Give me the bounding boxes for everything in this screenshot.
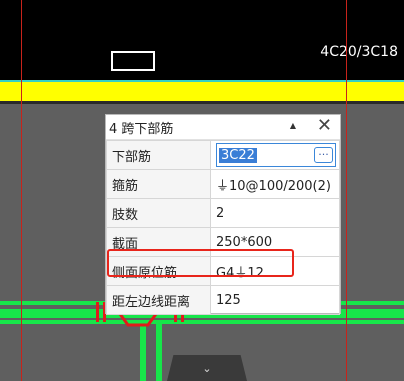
panel-header: 4 跨下部筋 ▲ ✕ xyxy=(106,115,340,140)
bottom-tab[interactable]: ⌄ xyxy=(167,355,247,381)
property-table: 下部筋 3C22 ··· 箍筋 ⏚10@100/200(2) 肢数 2 截面 2… xyxy=(106,140,340,315)
rebar-tick xyxy=(96,302,99,322)
yellow-beam-band xyxy=(0,82,404,101)
property-value[interactable]: G4⏚12 xyxy=(210,256,340,286)
column-left-edge xyxy=(140,324,146,381)
table-row: 箍筋 ⏚10@100/200(2) xyxy=(106,169,340,199)
bottom-rebar-value[interactable]: 3C22 xyxy=(219,147,257,163)
property-key: 箍筋 xyxy=(106,169,211,199)
top-right-label: 4C20/3C18 xyxy=(320,44,398,60)
table-row: 距左边线距离 125 xyxy=(106,285,340,315)
axis-line-right xyxy=(346,0,347,381)
close-icon[interactable]: ✕ xyxy=(317,116,332,136)
bottom-rebar-input[interactable]: 3C22 ··· xyxy=(216,143,336,167)
property-value-cell[interactable]: 3C22 ··· xyxy=(210,140,340,170)
property-key: 肢数 xyxy=(106,198,211,228)
property-key: 下部筋 xyxy=(106,140,211,170)
pin-icon[interactable]: ▲ xyxy=(290,121,296,130)
property-key: 截面 xyxy=(106,227,211,257)
panel-title: 4 跨下部筋 xyxy=(109,121,174,137)
property-value[interactable]: 125 xyxy=(210,285,340,315)
property-key: 侧面原位筋 xyxy=(106,256,211,286)
property-key: 距左边线距离 xyxy=(106,285,211,315)
selection-box xyxy=(111,51,155,71)
property-value[interactable]: ⏚10@100/200(2) xyxy=(210,169,340,199)
table-row: 下部筋 3C22 ··· xyxy=(106,140,340,170)
canvas-top-area xyxy=(0,0,404,80)
more-icon[interactable]: ··· xyxy=(314,147,333,163)
property-value[interactable]: 2 xyxy=(210,198,340,228)
chevron-down-icon: ⌄ xyxy=(202,361,212,375)
table-row: 截面 250*600 xyxy=(106,227,340,257)
table-row: 肢数 2 xyxy=(106,198,340,228)
column-right-edge xyxy=(156,324,162,381)
property-panel: 4 跨下部筋 ▲ ✕ 下部筋 3C22 ··· 箍筋 ⏚10@100/200(2… xyxy=(105,114,341,315)
axis-line-left xyxy=(21,0,22,381)
beam-edge-bottom xyxy=(0,320,404,324)
table-row: 侧面原位筋 G4⏚12 xyxy=(106,256,340,286)
property-value[interactable]: 250*600 xyxy=(210,227,340,257)
